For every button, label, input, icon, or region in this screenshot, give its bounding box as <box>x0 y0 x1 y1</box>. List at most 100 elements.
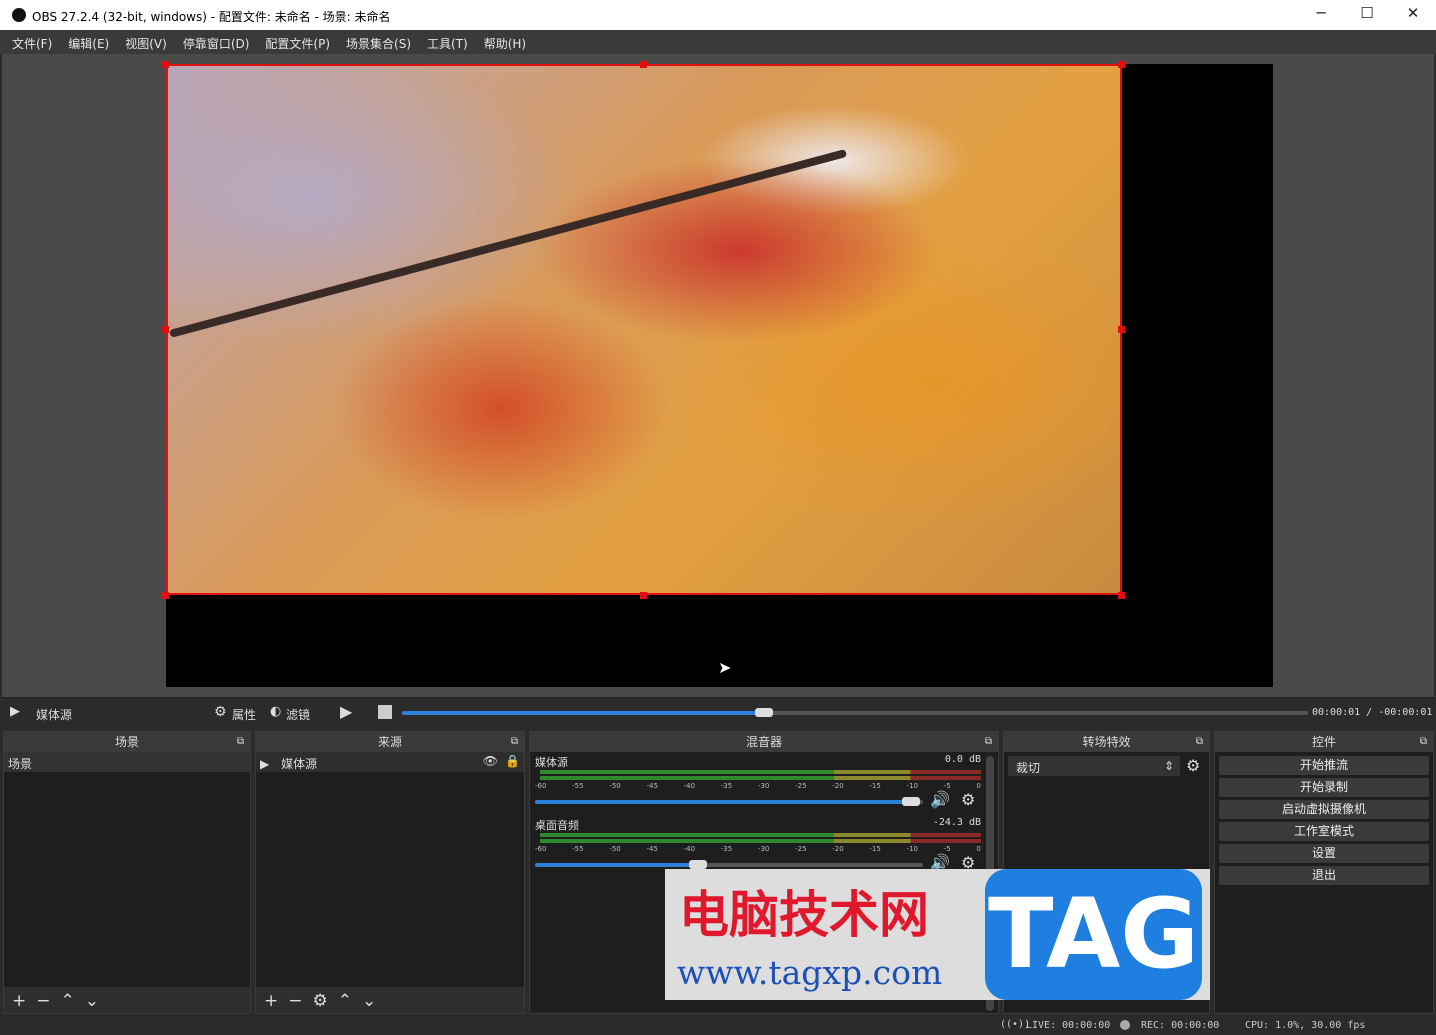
float-icon[interactable]: ⧉ <box>511 732 518 752</box>
play-button[interactable]: ▶ <box>340 702 352 721</box>
source-item[interactable]: ▶ 媒体源 👁 🔒 <box>256 752 524 772</box>
properties-button[interactable]: 属性 <box>232 706 256 723</box>
tick-label: -45 <box>646 782 658 790</box>
start-streaming-button[interactable]: 开始推流 <box>1219 756 1429 775</box>
float-icon[interactable]: ⧉ <box>985 732 992 752</box>
move-down-icon[interactable]: ⌄ <box>85 991 99 1011</box>
gear-icon[interactable]: ⚙ <box>961 790 975 809</box>
scene-item[interactable]: 场景 <box>4 752 250 772</box>
float-icon[interactable]: ⧉ <box>1196 732 1203 752</box>
watermark-url: www.tagxp.com <box>677 953 943 992</box>
tick-label: -15 <box>869 845 881 853</box>
seek-knob[interactable] <box>755 708 774 717</box>
tick-label: -35 <box>720 845 733 853</box>
studio-mode-button[interactable]: 工作室模式 <box>1219 822 1429 841</box>
resize-handle[interactable] <box>1118 326 1125 333</box>
watermark-overlay: 电脑技术网 www.tagxp.com TAG <box>665 869 1210 1000</box>
resize-handle[interactable] <box>162 326 169 333</box>
tick-label: -25 <box>795 845 807 853</box>
stop-button[interactable] <box>378 705 392 719</box>
move-up-icon[interactable]: ⌃ <box>61 991 75 1011</box>
channel-name: 媒体源 <box>535 756 568 769</box>
volume-knob[interactable] <box>688 860 707 869</box>
live-time: LIVE: 00:00:00 <box>1026 1020 1111 1031</box>
resize-handle[interactable] <box>162 592 169 599</box>
obs-logo-icon <box>12 8 26 22</box>
sources-dock: 来源 ⧉ ▶ 媒体源 👁 🔒 + − ⚙ ⌃ ⌄ <box>255 731 525 1014</box>
channel-db: -24.3 dB <box>932 817 981 828</box>
tick-label: -55 <box>572 782 584 790</box>
lock-icon[interactable]: 🔒 <box>505 754 520 768</box>
close-button[interactable]: ✕ <box>1390 4 1436 26</box>
scene-label: 场景 <box>8 757 33 771</box>
move-down-icon[interactable]: ⌄ <box>362 991 376 1011</box>
gear-icon[interactable]: ⚙ <box>1186 756 1200 775</box>
maximize-button[interactable]: ☐ <box>1344 4 1390 26</box>
seek-progress <box>402 711 765 715</box>
status-bar: ((•)) LIVE: 00:00:00 REC: 00:00:00 CPU: … <box>0 1015 1436 1035</box>
transition-select[interactable]: 裁切 ⇕ <box>1008 756 1180 776</box>
tick-label: -30 <box>757 845 770 853</box>
meter-ticks: -60 -55 -50 -45 -40 -35 -30 -25 -20 -15 -10 -5 0 <box>535 782 981 790</box>
play-icon[interactable]: ▶ <box>10 704 20 719</box>
volume-meter <box>540 839 981 843</box>
volume-meter <box>540 776 981 780</box>
start-virtual-camera-button[interactable]: 启动虚拟摄像机 <box>1219 800 1429 819</box>
menu-help[interactable]: 帮助(H) <box>476 30 534 54</box>
tick-label: -5 <box>943 782 951 790</box>
volume-slider[interactable] <box>535 860 923 869</box>
menu-file[interactable]: 文件(F) <box>4 30 60 54</box>
float-icon[interactable]: ⧉ <box>1420 732 1427 752</box>
menu-tools[interactable]: 工具(T) <box>419 30 476 54</box>
record-icon <box>1120 1020 1130 1030</box>
media-controls-bar: ▶ 媒体源 ⚙ 属性 ◐ 滤镜 ▶ 00:00:01 / -00:00:01 <box>2 697 1434 727</box>
tick-label: 0 <box>976 782 981 790</box>
exit-button[interactable]: 退出 <box>1219 866 1429 885</box>
tick-label: -10 <box>906 845 918 853</box>
menu-edit[interactable]: 编辑(E) <box>60 30 117 54</box>
tick-label: -40 <box>683 845 696 853</box>
add-icon[interactable]: + <box>12 991 26 1011</box>
remove-icon[interactable]: − <box>36 991 50 1011</box>
mixer-channel: 媒体源 0.0 dB -60 -55 -50 -45 -40 -35 -30 -25 -20 -1… <box>535 754 981 814</box>
menu-docks[interactable]: 停靠窗口(D) <box>175 30 258 54</box>
tick-label: -25 <box>795 782 807 790</box>
gear-icon[interactable]: ⚙ <box>313 991 328 1011</box>
resize-handle[interactable] <box>1118 592 1125 599</box>
filter-icon[interactable]: ◐ <box>270 704 281 719</box>
resize-handle[interactable] <box>1118 61 1125 68</box>
resize-handle[interactable] <box>162 61 169 68</box>
cpu-fps: CPU: 1.0%, 30.00 fps <box>1245 1020 1366 1031</box>
volume-knob[interactable] <box>902 797 921 806</box>
menu-profile[interactable]: 配置文件(P) <box>257 30 338 54</box>
tick-label: 0 <box>976 845 981 853</box>
filters-button[interactable]: 滤镜 <box>286 706 310 723</box>
move-up-icon[interactable]: ⌃ <box>338 991 352 1011</box>
tick-label: -5 <box>943 845 951 853</box>
meter-ticks: -60 -55 -50 -45 -40 -35 -30 -25 -20 -15 -10 -5 0 <box>535 845 981 853</box>
source-label: 媒体源 <box>281 757 318 771</box>
updown-icon: ⇕ <box>1163 759 1174 773</box>
tick-label: -35 <box>720 782 733 790</box>
settings-button[interactable]: 设置 <box>1219 844 1429 863</box>
volume-slider[interactable] <box>535 797 923 806</box>
sources-title: 来源 <box>377 735 402 749</box>
menu-scene-collection[interactable]: 场景集合(S) <box>338 30 419 54</box>
watermark-tag-logo: TAG <box>985 869 1202 1000</box>
remove-icon[interactable]: − <box>288 991 302 1011</box>
media-seek-slider[interactable] <box>402 708 1308 717</box>
speaker-icon[interactable]: 🔊 <box>930 790 950 809</box>
controls-dock: 控件 ⧉ 开始推流 开始录制 启动虚拟摄像机 工作室模式 设置 退出 <box>1214 731 1434 1014</box>
media-source-image[interactable] <box>166 64 1122 595</box>
float-icon[interactable]: ⧉ <box>237 732 244 752</box>
start-recording-button[interactable]: 开始录制 <box>1219 778 1429 797</box>
tick-label: -40 <box>683 782 696 790</box>
gear-icon[interactable]: ⚙ <box>214 704 227 720</box>
eye-icon[interactable]: 👁 <box>483 754 498 768</box>
resize-handle[interactable] <box>640 61 647 68</box>
tick-label: -15 <box>869 782 881 790</box>
minimize-button[interactable]: ─ <box>1298 4 1344 26</box>
resize-handle[interactable] <box>640 592 647 599</box>
add-icon[interactable]: + <box>264 991 278 1011</box>
menu-view[interactable]: 视图(V) <box>117 30 175 54</box>
